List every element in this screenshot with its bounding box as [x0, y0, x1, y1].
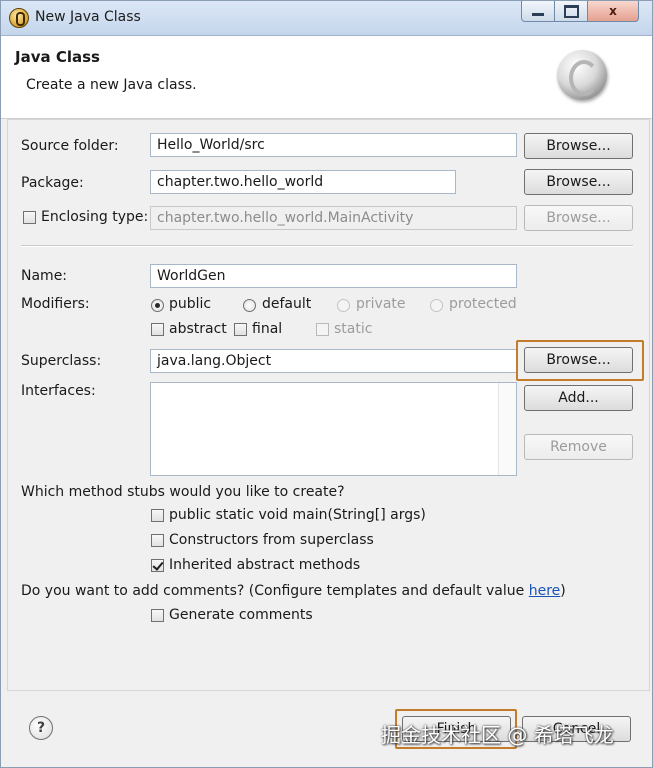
modifier-public-radio[interactable]	[151, 299, 164, 312]
wizard-body: Source folder: Hello_World/src Browse...…	[7, 119, 650, 691]
superclass-input[interactable]: java.lang.Object	[150, 349, 517, 373]
enclosing-type-label: Enclosing type:	[41, 209, 149, 225]
modifier-static-label: static	[334, 321, 373, 337]
modifier-final-label: final	[252, 321, 283, 337]
modifier-abstract-label: abstract	[169, 321, 227, 337]
minimize-button[interactable]	[521, 1, 555, 22]
modifiers-label: Modifiers:	[21, 296, 90, 312]
java-class-wizard-icon	[557, 50, 607, 100]
superclass-label: Superclass:	[21, 353, 102, 369]
close-icon: x	[609, 4, 617, 18]
modifier-public-label: public	[169, 296, 212, 312]
interfaces-label: Interfaces:	[21, 383, 96, 399]
main-method-stub-label: public static void main(String[] args)	[169, 507, 426, 523]
section-divider	[21, 245, 633, 247]
package-input[interactable]: chapter.two.hello_world	[150, 170, 456, 194]
page-description: Create a new Java class.	[26, 77, 197, 93]
interfaces-list[interactable]	[150, 382, 517, 476]
superclass-browse-button[interactable]: Browse...	[524, 347, 633, 373]
source-folder-browse-button[interactable]: Browse...	[524, 133, 633, 159]
wizard-header: Java Class Create a new Java class.	[1, 36, 652, 119]
source-folder-label: Source folder:	[21, 138, 119, 154]
enclosing-type-input: chapter.two.hello_world.MainActivity	[150, 206, 517, 230]
window-title: New Java Class	[35, 9, 141, 25]
eclipse-app-icon	[9, 8, 29, 28]
configure-templates-link[interactable]: here	[529, 583, 561, 599]
minimize-icon	[532, 13, 544, 16]
page-title: Java Class	[15, 48, 100, 66]
watermark: 掘金技术社区 @ 希塔飞龙	[381, 723, 614, 747]
modifier-default-label: default	[262, 296, 312, 312]
constructors-stub-label: Constructors from superclass	[169, 532, 374, 548]
inherited-abstract-stub-checkbox[interactable]	[151, 559, 164, 572]
method-stubs-question: Which method stubs would you like to cre…	[21, 484, 345, 500]
remove-interface-button: Remove	[524, 434, 633, 460]
enclosing-type-browse-button: Browse...	[524, 205, 633, 231]
interfaces-list-scrollbar[interactable]	[498, 383, 516, 475]
inherited-abstract-stub-label: Inherited abstract methods	[169, 557, 361, 573]
comments-question-suffix: )	[560, 583, 566, 599]
modifier-abstract-checkbox[interactable]	[151, 323, 164, 336]
comments-question: Do you want to add comments? (Configure …	[21, 583, 566, 599]
new-java-class-window: New Java Class x Java Class Create a new…	[0, 0, 653, 768]
title-bar: New Java Class x	[1, 1, 652, 36]
main-method-stub-checkbox[interactable]	[151, 509, 164, 522]
modifier-protected-radio	[430, 299, 443, 312]
comments-question-prefix: Do you want to add comments? (Configure …	[21, 583, 529, 599]
modifier-final-checkbox[interactable]	[234, 323, 247, 336]
package-browse-button[interactable]: Browse...	[524, 169, 633, 195]
wizard-footer: ? Finish Cancel 掘金技术社区 @ 希塔飞龙	[1, 691, 652, 767]
modifier-private-radio	[337, 299, 350, 312]
source-folder-input[interactable]: Hello_World/src	[150, 133, 517, 157]
maximize-icon	[563, 4, 579, 18]
generate-comments-label: Generate comments	[169, 607, 313, 623]
class-name-input[interactable]: WorldGen	[150, 264, 517, 288]
modifier-private-label: private	[356, 296, 406, 312]
constructors-stub-checkbox[interactable]	[151, 534, 164, 547]
maximize-button[interactable]	[554, 1, 588, 22]
modifier-default-radio[interactable]	[243, 299, 256, 312]
enclosing-type-checkbox[interactable]	[23, 211, 36, 224]
generate-comments-checkbox[interactable]	[151, 609, 164, 622]
package-label: Package:	[21, 175, 84, 191]
add-interface-button[interactable]: Add...	[524, 385, 633, 411]
close-button[interactable]: x	[587, 1, 639, 22]
modifier-static-checkbox	[316, 323, 329, 336]
name-label: Name:	[21, 268, 68, 284]
help-icon[interactable]: ?	[29, 716, 53, 740]
modifier-protected-label: protected	[449, 296, 517, 312]
